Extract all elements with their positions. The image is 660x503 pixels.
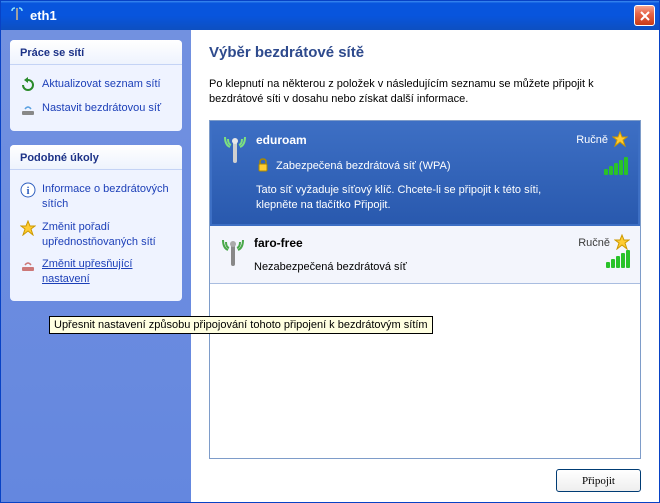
task-label: Nastavit bezdrátovou síť	[42, 101, 161, 116]
task-wireless-info[interactable]: i Informace o bezdrátových sítích	[16, 178, 176, 216]
main-heading: Výběr bezdrátové sítě	[209, 44, 641, 61]
panel-header: Podobné úkoly	[10, 145, 182, 170]
wireless-icon	[9, 6, 25, 25]
antenna-icon	[220, 131, 250, 170]
task-refresh-list[interactable]: Aktualizovat seznam sítí	[16, 73, 176, 97]
window: eth1 Práce se sítí Aktualizovat seznam s…	[0, 0, 660, 503]
network-security: Nezabezpečená bezdrátová síť	[254, 261, 407, 273]
window-title: eth1	[30, 8, 57, 23]
task-label: Aktualizovat seznam sítí	[42, 77, 161, 92]
sidebar: Práce se sítí Aktualizovat seznam sítí N…	[1, 30, 191, 502]
panel-related-tasks: Podobné úkoly i Informace o bezdrátových…	[10, 145, 182, 301]
panel-network-tasks: Práce se sítí Aktualizovat seznam sítí N…	[10, 40, 182, 131]
network-name: faro-free	[254, 236, 578, 250]
svg-text:i: i	[26, 185, 29, 197]
signal-strength-icon	[604, 157, 628, 175]
network-list: eduroam Ručně Zabezpečená bezdrátová síť…	[209, 120, 641, 459]
network-description: Tato síť vyžaduje síťový klíč. Chcete-li…	[256, 183, 628, 214]
task-setup-wireless[interactable]: Nastavit bezdrátovou síť	[16, 97, 176, 121]
close-button[interactable]	[634, 5, 655, 26]
task-label: Změnit pořadí upřednostňovaných sítí	[42, 220, 172, 250]
close-icon	[640, 11, 650, 21]
favorite-star-icon	[612, 131, 628, 150]
connect-button[interactable]: Připojit	[556, 469, 641, 492]
setup-icon	[20, 101, 36, 117]
task-label: Informace o bezdrátových sítích	[42, 182, 172, 212]
lock-icon	[256, 158, 270, 175]
task-advanced-settings[interactable]: Změnit upřesňující nastavení	[16, 253, 176, 291]
settings-icon	[20, 257, 36, 273]
info-icon: i	[20, 182, 36, 198]
signal-strength-icon	[606, 250, 630, 268]
task-change-order[interactable]: Změnit pořadí upřednostňovaných sítí	[16, 216, 176, 254]
instruction-text: Po klepnutí na některou z položek v násl…	[209, 77, 641, 108]
network-security: Zabezpečená bezdrátová síť (WPA)	[276, 160, 451, 172]
network-mode: Ručně	[576, 134, 608, 146]
refresh-icon	[20, 77, 36, 93]
window-body: Práce se sítí Aktualizovat seznam sítí N…	[1, 30, 659, 502]
star-icon	[20, 220, 36, 236]
task-label: Změnit upřesňující nastavení	[42, 257, 172, 287]
titlebar[interactable]: eth1	[1, 1, 659, 30]
network-name: eduroam	[256, 133, 576, 147]
main-content: Výběr bezdrátové sítě Po klepnutí na něk…	[191, 30, 659, 502]
network-item-eduroam[interactable]: eduroam Ručně Zabezpečená bezdrátová síť…	[210, 121, 640, 226]
panel-header: Práce se sítí	[10, 40, 182, 65]
footer: Připojit	[209, 459, 641, 492]
network-mode: Ručně	[578, 237, 610, 249]
antenna-icon	[218, 234, 248, 273]
network-item-faro-free[interactable]: faro-free Ručně Nezabezpečená bezdrátová…	[210, 226, 640, 284]
tooltip: Upřesnit nastavení způsobu připojování t…	[49, 316, 433, 334]
